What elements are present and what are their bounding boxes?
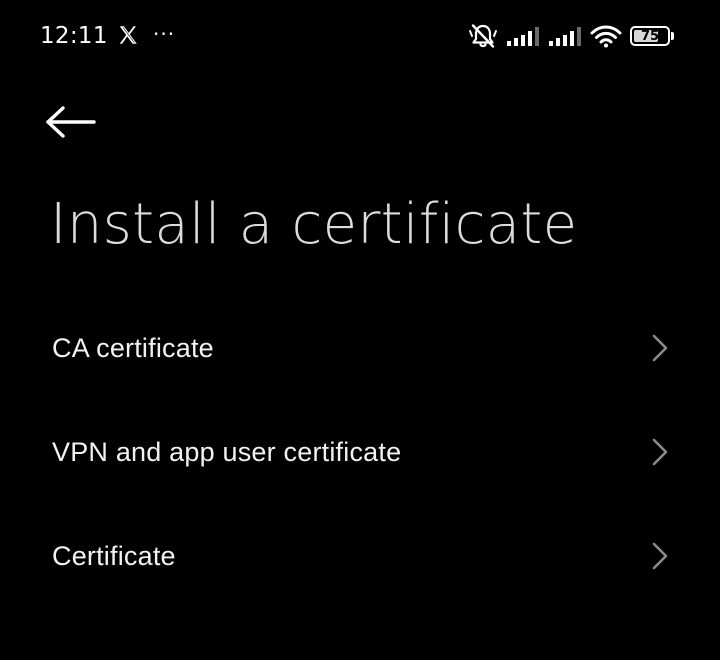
x-logo-icon [119,26,137,44]
mute-icon [469,24,497,48]
battery-level: 75 [640,28,660,44]
chevron-right-icon [652,438,668,466]
page-title: Install a certificate [50,192,578,257]
battery-tip [671,32,674,40]
list-item-label: Certificate [52,540,176,571]
status-time: 12:11 [40,23,108,49]
list-item-vpn-app-user-certificate[interactable]: VPN and app user certificate [0,400,720,504]
back-button[interactable] [44,100,104,144]
signal-icon [549,27,581,46]
arrow-left-icon [46,106,96,138]
battery-icon: 75 [630,25,676,47]
list-item-certificate[interactable]: Certificate [0,504,720,608]
list-item-label: VPN and app user certificate [52,436,402,467]
list-item-label: CA certificate [52,332,214,363]
chevron-right-icon [652,334,668,362]
more-notifications-icon: ··· [153,22,176,46]
chevron-right-icon [652,542,668,570]
status-icons: 75 [468,20,676,52]
signal-icon [507,27,539,46]
list-item-ca-certificate[interactable]: CA certificate [0,296,720,400]
battery-body: 75 [630,26,670,46]
certificate-options-list: CA certificate VPN and app user certific… [0,296,720,608]
screen: 12:11 ··· 75 Install a certificate CA ce… [0,0,720,660]
wifi-icon [590,25,622,48]
status-bar: 12:11 ··· 75 [0,0,720,72]
